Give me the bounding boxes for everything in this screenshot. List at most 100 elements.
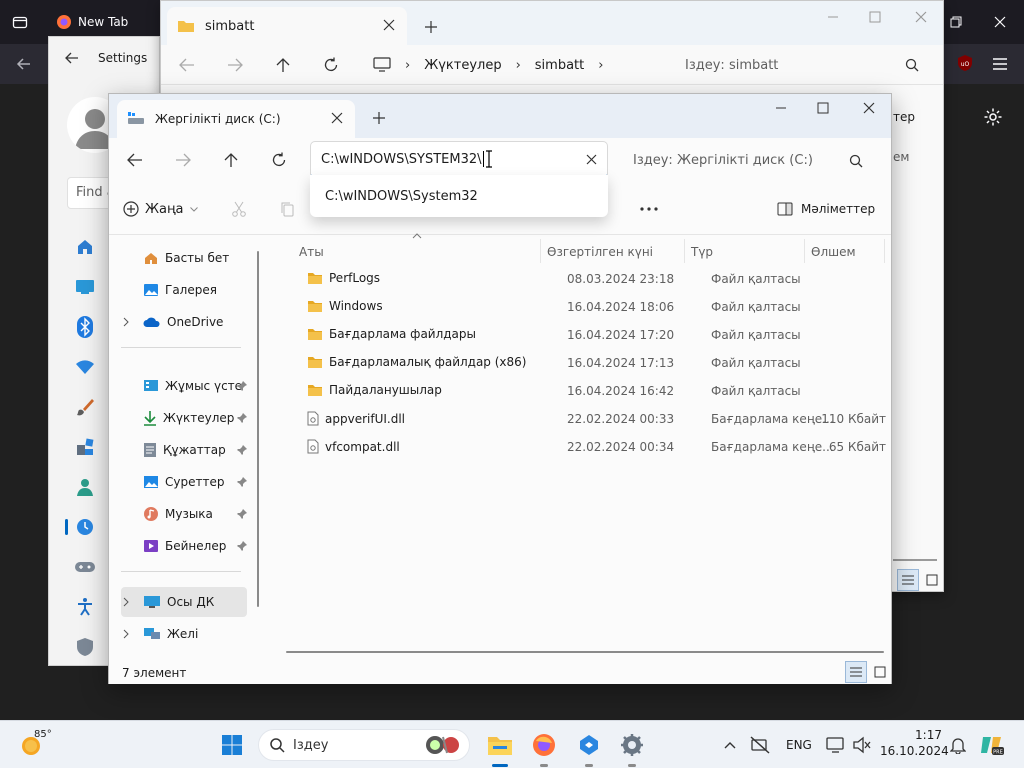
column-header-type[interactable]: Түр <box>691 241 713 263</box>
sidebar-scrollbar[interactable] <box>257 251 259 607</box>
visual-studio-icon[interactable] <box>575 731 603 759</box>
copy-icon[interactable] <box>275 197 299 221</box>
system-icon[interactable] <box>73 275 97 299</box>
ublock-icon[interactable]: uO <box>954 52 976 74</box>
new-button[interactable]: Жаңа <box>123 195 198 223</box>
weather-widget[interactable]: 85° <box>20 729 60 761</box>
clear-address-icon[interactable] <box>586 154 597 165</box>
firefox-icon[interactable] <box>530 731 558 759</box>
minimize-icon[interactable] <box>769 96 793 120</box>
tab-close-icon[interactable] <box>331 112 343 124</box>
minimize-icon[interactable] <box>821 5 845 29</box>
pin-icon[interactable] <box>237 413 247 423</box>
privacy-icon[interactable] <box>73 635 97 659</box>
new-tab-icon[interactable] <box>419 15 443 39</box>
column-header-name[interactable]: Аты <box>299 241 324 263</box>
sidebar-item-music[interactable]: Музыка <box>121 499 247 529</box>
scrollbar-h[interactable] <box>286 651 884 653</box>
settings-back-icon[interactable] <box>61 47 83 69</box>
clock[interactable]: 1:17 16.10.2024 <box>880 727 949 759</box>
pin-icon[interactable] <box>237 509 247 519</box>
pin-icon[interactable] <box>237 541 247 551</box>
restore-icon[interactable] <box>944 10 968 34</box>
apps-icon[interactable] <box>73 435 97 459</box>
close-icon[interactable] <box>909 5 933 29</box>
address-suggestion[interactable]: C:\wINDOWS\System32 <box>310 175 608 217</box>
cut-icon[interactable] <box>227 197 251 221</box>
more-icon[interactable] <box>637 197 661 221</box>
table-row[interactable]: Бағдарламалық файлдар (x86) 16.04.2024 17… <box>286 349 886 377</box>
tab-overview-icon[interactable] <box>8 10 32 34</box>
close-icon[interactable] <box>857 96 881 120</box>
home-icon[interactable] <box>73 235 97 259</box>
gaming-icon[interactable] <box>73 555 97 579</box>
refresh-icon[interactable] <box>319 53 343 77</box>
table-row[interactable]: PerfLogs 08.03.2024 23:18 Файл қалтасы <box>286 265 886 293</box>
settings-icon[interactable] <box>618 731 646 759</box>
accessibility-icon[interactable] <box>73 595 97 619</box>
chevron-right-icon[interactable] <box>123 629 129 639</box>
sidebar-item-desktop[interactable]: Жұмыс үсте <box>121 371 247 401</box>
address-input[interactable]: C:\wINDOWS\SYSTEM32\ <box>311 142 607 178</box>
input-language[interactable]: ENG <box>786 738 812 752</box>
sidebar-item-home[interactable]: Басты бет <box>121 243 247 273</box>
details-pane-button[interactable]: Мәліметтер <box>777 195 875 223</box>
pin-icon[interactable] <box>237 381 247 391</box>
column-header-modified[interactable]: Өзгертілген күні <box>547 241 653 263</box>
chevron-up-icon[interactable] <box>716 731 744 759</box>
sidebar-item-videos[interactable]: Бейнелер <box>121 531 247 561</box>
menu-icon[interactable] <box>988 52 1012 76</box>
sidebar-item-this-pc[interactable]: Осы ДК <box>121 587 247 617</box>
tab-close-icon[interactable] <box>383 19 395 31</box>
refresh-icon[interactable] <box>267 148 291 172</box>
search-input[interactable]: Іздеу: Жергілікті диск (C:) <box>621 142 877 178</box>
table-row[interactable]: vfcompat.dll 22.02.2024 00:34 Бағдарлама к… <box>286 433 886 461</box>
tab-simbatt[interactable]: simbatt <box>167 7 407 45</box>
back-icon[interactable] <box>12 52 36 76</box>
wifi-icon[interactable] <box>73 355 97 379</box>
breadcrumb-downloads[interactable]: Жүктеулер <box>424 58 501 73</box>
new-tab-icon[interactable] <box>367 106 391 130</box>
sidebar-item-gallery[interactable]: Галерея <box>121 275 247 305</box>
volume-muted-icon[interactable] <box>848 731 876 759</box>
table-row[interactable]: Пайдаланушылар 16.04.2024 16:42 Файл қалта… <box>286 377 886 405</box>
forward-icon[interactable] <box>171 148 195 172</box>
table-row[interactable]: Бағдарлама файлдары 16.04.2024 17:20 Файл … <box>286 321 886 349</box>
details-view-icon[interactable] <box>845 661 867 683</box>
tab-c-drive[interactable]: Жергілікті диск (C:) <box>117 100 355 138</box>
notification-bell-icon[interactable] <box>944 731 972 759</box>
close-icon[interactable] <box>988 10 1012 34</box>
up-icon[interactable] <box>219 148 243 172</box>
tiles-view-icon[interactable] <box>921 569 943 591</box>
back-icon[interactable] <box>123 148 147 172</box>
tiles-view-icon[interactable] <box>869 661 891 683</box>
maximize-icon[interactable] <box>863 5 887 29</box>
taskbar-search[interactable]: Іздеу <box>258 729 470 761</box>
network-off-icon[interactable] <box>746 731 774 759</box>
details-view-icon[interactable] <box>897 569 919 591</box>
scrollbar-h[interactable] <box>893 559 937 561</box>
breadcrumb-simbatt[interactable]: simbatt <box>535 58 584 73</box>
pin-icon[interactable] <box>237 477 247 487</box>
table-row[interactable]: Windows 16.04.2024 18:06 Файл қалтасы <box>286 293 886 321</box>
pin-icon[interactable] <box>237 445 247 455</box>
browser-tab-new-tab[interactable]: New Tab <box>48 6 160 38</box>
sidebar-item-documents[interactable]: Құжаттар <box>121 435 247 465</box>
forward-icon[interactable] <box>223 53 247 77</box>
file-explorer-icon[interactable] <box>486 731 514 759</box>
sidebar-item-network[interactable]: Желі <box>121 619 247 649</box>
search-input[interactable]: Іздеу: simbatt <box>673 47 929 83</box>
sidebar-item-onedrive[interactable]: OneDrive <box>121 307 247 337</box>
maximize-icon[interactable] <box>811 96 835 120</box>
sidebar-item-downloads[interactable]: Жүктеулер <box>121 403 247 433</box>
back-icon[interactable] <box>175 53 199 77</box>
column-header-size[interactable]: Өлшем <box>811 241 856 263</box>
display-icon[interactable] <box>822 731 850 759</box>
accounts-icon[interactable] <box>73 475 97 499</box>
settings-gear-icon[interactable] <box>980 104 1006 130</box>
start-icon[interactable] <box>218 731 246 759</box>
personalization-icon[interactable] <box>73 395 97 419</box>
up-icon[interactable] <box>271 53 295 77</box>
table-row[interactable]: appverifUI.dll 22.02.2024 00:33 Бағдарлама… <box>286 405 886 433</box>
chevron-right-icon[interactable] <box>123 317 129 327</box>
